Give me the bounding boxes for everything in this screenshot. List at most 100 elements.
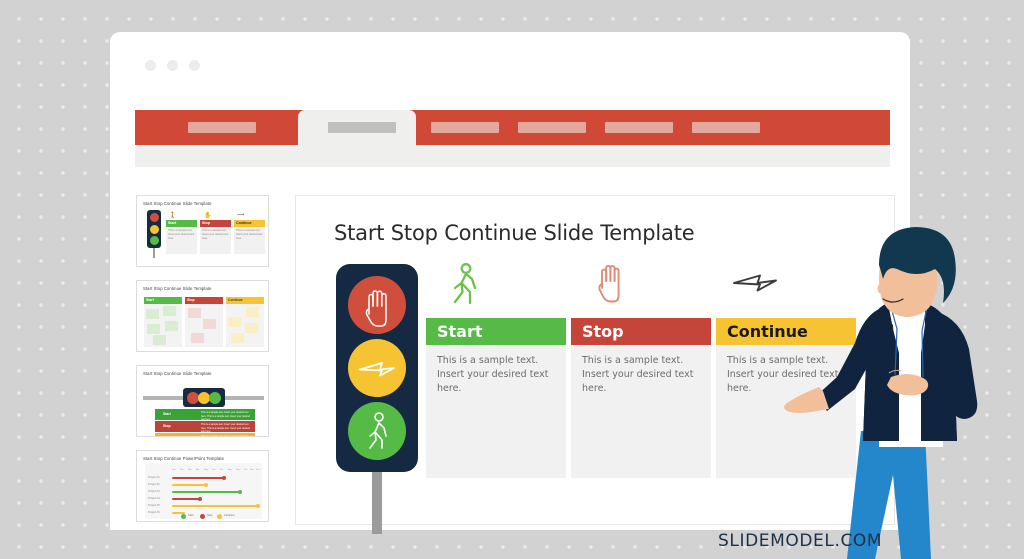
traffic-light-body <box>336 264 418 472</box>
thumb2-column-header: Start <box>144 297 182 304</box>
window-titlebar <box>110 32 910 82</box>
column-start[interactable]: Start This is a sample text. Insert your… <box>426 318 566 478</box>
slide-thumbnail-2[interactable]: Start Stop Continue Slide Template Start… <box>136 280 269 352</box>
gantt-row-label: Project 01 <box>148 476 160 479</box>
thumb-green-light <box>149 236 159 245</box>
gantt-row-label: Project 04 <box>148 497 160 500</box>
column-body-stop[interactable]: This is a sample text. Insert your desir… <box>582 354 700 395</box>
gantt-month: Feb <box>180 469 184 471</box>
sticky-note <box>163 306 176 316</box>
legend-dot-continue <box>217 514 222 519</box>
sticky-note <box>153 335 166 345</box>
walking-person-icon: 🚶 <box>169 213 177 219</box>
walking-person-icon <box>369 412 387 449</box>
ribbon-tab-4[interactable] <box>518 122 586 133</box>
thumb2-column-header: Continue <box>226 297 264 304</box>
slide-thumbnail-3[interactable]: Start Stop Continue Slide Template Start… <box>136 365 269 437</box>
thumb2-column-start: Start <box>144 297 182 347</box>
walking-person-icon <box>453 263 477 305</box>
arrow-right-icon <box>359 362 395 377</box>
gantt-bar <box>172 484 206 486</box>
thumb-column-start: Start This is a sample text. Insert your… <box>166 220 197 254</box>
thumb2-column-label: Continue <box>228 298 243 302</box>
gantt-bar <box>172 505 258 507</box>
arrow-right-icon: ⟶ <box>237 212 245 218</box>
slide-thumbnail-rail[interactable]: Start Stop Continue Slide Template 🚶 ✋ ⟶… <box>136 195 271 525</box>
ribbon <box>135 110 890 167</box>
gantt-month: Apr <box>196 469 200 471</box>
gantt-bar-end <box>198 497 202 501</box>
sticky-note <box>245 323 258 333</box>
gantt-bar-end <box>238 490 242 494</box>
thumb3-row-text: This is a sample text. Insert your desir… <box>201 435 249 437</box>
legend-label-continue: Continue <box>224 514 235 517</box>
column-header-start: Start <box>426 318 566 345</box>
thumb-column-body: This is a sample text. Insert your desir… <box>168 229 195 240</box>
thumb2-column-label: Stop <box>187 298 195 302</box>
hand-icon <box>598 264 620 303</box>
ribbon-tab-6[interactable] <box>692 122 760 133</box>
thumb-column-body: This is a sample text. Insert your desir… <box>202 229 229 240</box>
column-body-start[interactable]: This is a sample text. Insert your desir… <box>437 354 555 395</box>
column-header-stop: Stop <box>571 318 711 345</box>
close-dot[interactable] <box>145 60 156 71</box>
gantt-month: Sep <box>236 469 240 471</box>
minimize-dot[interactable] <box>167 60 178 71</box>
column-title-stop: Stop <box>582 322 624 341</box>
thumb-column-label: Continue <box>236 221 252 225</box>
gantt-bar-end <box>204 483 208 487</box>
yellow-light <box>348 339 406 397</box>
thumb-traffic-light <box>147 210 161 248</box>
gantt-month: Jan <box>172 469 176 471</box>
ribbon-tab-1[interactable] <box>188 122 256 133</box>
gantt-month: May <box>204 469 209 471</box>
thumb-column-body: This is a sample text. Insert your desir… <box>236 229 263 240</box>
column-title-start: Start <box>437 322 483 341</box>
watermark-slidemodel: SLIDEMODEL.COM <box>718 531 883 551</box>
sticky-note <box>165 321 178 331</box>
gantt-month: Oct <box>244 469 248 471</box>
slide-thumbnail-1[interactable]: Start Stop Continue Slide Template 🚶 ✋ ⟶… <box>136 195 269 267</box>
sticky-note <box>246 307 259 317</box>
thumbnail-title: Start Stop Continue PowerPoint Template <box>143 456 225 461</box>
red-light <box>348 276 406 334</box>
gantt-row-label: Project 06 <box>148 511 160 514</box>
maximize-dot[interactable] <box>189 60 200 71</box>
hand-icon: ✋ <box>204 213 212 219</box>
thumb-column-header: Continue <box>234 220 265 227</box>
gantt-bar <box>172 491 240 493</box>
sticky-note <box>231 333 244 343</box>
thumb-column-stop: Stop This is a sample text. Insert your … <box>200 220 231 254</box>
thumb3-row-start: Start This is a sample text. Insert your… <box>155 409 255 421</box>
gantt-month: Aug <box>228 469 232 471</box>
thumb3-row-label: Continue <box>163 436 178 437</box>
thumbnail-title: Start Stop Continue Slide Template <box>143 371 212 376</box>
gantt-row-label: Project 05 <box>148 504 160 507</box>
column-stop[interactable]: Stop This is a sample text. Insert your … <box>571 318 711 478</box>
legend-dot-start <box>181 514 186 519</box>
ribbon-tab-2-active[interactable] <box>298 110 416 153</box>
slide-thumbnail-4[interactable]: Start Stop Continue PowerPoint Template … <box>136 450 269 522</box>
ribbon-tab-3[interactable] <box>431 122 499 133</box>
traffic-light-pole <box>372 472 382 534</box>
gantt-month: Jul <box>220 469 223 471</box>
legend-label-stop: Stop <box>207 514 213 517</box>
hand-icon <box>365 290 387 327</box>
thumb-column-label: Start <box>168 221 177 225</box>
ribbon-tab-5[interactable] <box>605 122 673 133</box>
legend-dot-stop <box>200 514 205 519</box>
thumb2-column-stop: Stop <box>185 297 223 347</box>
gantt-row-label: Project 03 <box>148 490 160 493</box>
sticky-note <box>191 333 204 343</box>
gantt-row-label: Project 02 <box>148 483 160 486</box>
thumb-traffic-pole <box>153 248 155 258</box>
thumb3-green-light <box>209 391 221 404</box>
sticky-note <box>147 324 160 334</box>
thumb3-row-stop: Stop This is a sample text. Insert your … <box>155 421 255 433</box>
thumb-column-header: Start <box>166 220 197 227</box>
ribbon-tab-2-label <box>328 122 396 133</box>
slide-title: Start Stop Continue Slide Template <box>334 221 695 245</box>
presenter-hand-pointing <box>784 387 829 413</box>
thumb-column-label: Stop <box>202 221 210 225</box>
thumb-column-header: Stop <box>200 220 231 227</box>
